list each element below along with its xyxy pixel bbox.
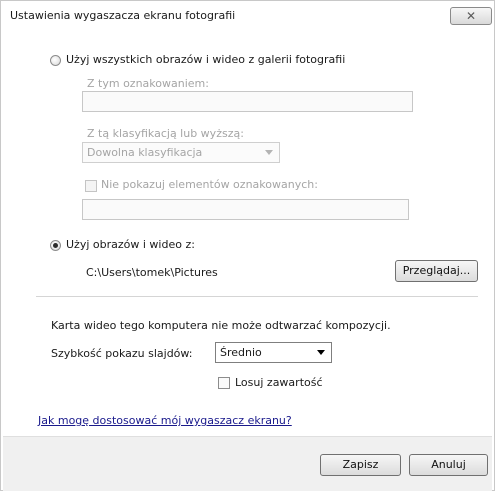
help-link[interactable]: Jak mogę dostosować mój wygaszacz ekranu… xyxy=(38,414,292,427)
cancel-button[interactable]: Anuluj xyxy=(409,454,488,476)
tag-filter-label: Z tym oznakowaniem: xyxy=(87,77,209,90)
video-warning-text: Karta wideo tego komputera nie może odtw… xyxy=(51,319,391,332)
shuffle-checkbox[interactable] xyxy=(218,377,230,389)
folder-option-radio[interactable] xyxy=(50,240,61,251)
rating-filter-select[interactable]: Dowolna klasyfikacja xyxy=(82,142,280,163)
rating-filter-value: Dowolna klasyfikacja xyxy=(87,146,203,159)
close-button[interactable]: ✕ xyxy=(450,7,492,25)
save-button[interactable]: Zapisz xyxy=(320,454,401,476)
window-title: Ustawienia wygaszacza ekranu fotografii xyxy=(10,9,236,22)
chevron-down-icon xyxy=(265,150,273,155)
rating-filter-label: Z tą klasyfikacją lub wyższą: xyxy=(87,127,244,140)
screensaver-settings-dialog: Ustawienia wygaszacza ekranu fotografii … xyxy=(0,0,495,491)
speed-label: Szybkość pokazu slajdów: xyxy=(51,347,193,360)
gallery-option-radio[interactable] xyxy=(50,55,61,66)
folder-option-label[interactable]: Użyj obrazów i wideo z: xyxy=(66,238,195,251)
title-bar: Ustawienia wygaszacza ekranu fotografii … xyxy=(1,1,494,28)
close-icon: ✕ xyxy=(465,9,477,23)
gallery-option-label[interactable]: Użyj wszystkich obrazów i wideo z galeri… xyxy=(66,53,345,66)
folder-path: C:\Users\tomek\Pictures xyxy=(86,266,218,279)
shuffle-label[interactable]: Losuj zawartość xyxy=(235,376,323,389)
speed-value: Średnio xyxy=(220,346,262,359)
exclude-tagged-input[interactable] xyxy=(82,199,409,220)
browse-button[interactable]: Przeglądaj... xyxy=(395,260,478,282)
chevron-down-icon xyxy=(317,350,325,355)
speed-select[interactable]: Średnio xyxy=(215,342,332,363)
exclude-tagged-label[interactable]: Nie pokazuj elementów oznakowanych: xyxy=(101,178,318,191)
exclude-tagged-checkbox[interactable] xyxy=(85,180,97,192)
tag-filter-input[interactable] xyxy=(82,91,413,112)
dialog-footer: Zapisz Anuluj xyxy=(3,436,492,491)
section-divider xyxy=(36,296,478,297)
dialog-content: Użyj wszystkich obrazów i wideo z galeri… xyxy=(3,28,492,491)
